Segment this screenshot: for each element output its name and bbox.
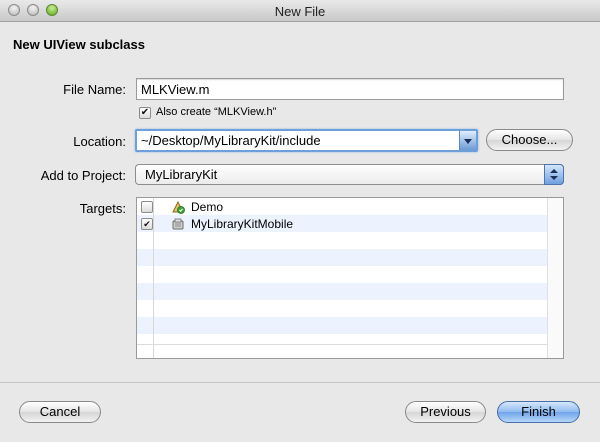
- app-target-icon: [172, 200, 185, 214]
- targets-list[interactable]: Demo ✔ MyLibraryKitMobile: [136, 197, 564, 359]
- empty-row: [137, 249, 547, 266]
- file-name-label: File Name:: [63, 82, 126, 97]
- also-create-header-label: Also create “MLKView.h”: [156, 106, 277, 118]
- location-label: Location:: [73, 134, 126, 149]
- target-mylibrarykitmobile-checkbox[interactable]: ✔: [141, 218, 153, 230]
- finish-button[interactable]: Finish: [497, 401, 580, 423]
- column-divider: [153, 198, 154, 358]
- list-bottom-divider: [137, 344, 547, 345]
- previous-button[interactable]: Previous: [405, 401, 486, 423]
- location-combo-box[interactable]: ~/Desktop/MyLibraryKit/include: [135, 129, 478, 152]
- also-create-header-checkbox[interactable]: ✔: [139, 107, 151, 119]
- targets-label: Targets:: [79, 201, 126, 216]
- page-title: New UIView subclass: [13, 37, 145, 52]
- target-row-demo[interactable]: Demo: [137, 198, 547, 215]
- empty-row: [137, 266, 547, 283]
- target-mylibrarykitmobile-name: MyLibraryKitMobile: [191, 217, 294, 231]
- location-value[interactable]: ~/Desktop/MyLibraryKit/include: [141, 133, 321, 148]
- choose-button[interactable]: Choose...: [486, 129, 573, 151]
- location-dropdown-arrow-icon[interactable]: [459, 131, 476, 150]
- add-to-project-value: MyLibraryKit: [145, 167, 218, 182]
- empty-row: [137, 232, 547, 249]
- targets-scrollbar[interactable]: [547, 198, 563, 358]
- window-title: New File: [274, 4, 326, 19]
- empty-row: [137, 300, 547, 317]
- target-row-mylibrarykitmobile[interactable]: ✔ MyLibraryKitMobile: [137, 215, 547, 232]
- cancel-button[interactable]: Cancel: [19, 401, 101, 423]
- target-demo-name: Demo: [191, 200, 224, 214]
- empty-row: [137, 317, 547, 334]
- file-name-field[interactable]: MLKView.m: [136, 78, 564, 100]
- window-titlebar[interactable]: New File: [0, 0, 600, 22]
- library-target-icon: [172, 218, 184, 230]
- footer-separator: [0, 382, 600, 383]
- target-demo-checkbox[interactable]: [141, 201, 153, 213]
- add-to-project-label: Add to Project:: [40, 168, 126, 183]
- empty-row: [137, 334, 547, 351]
- popup-arrows-icon[interactable]: [544, 164, 564, 185]
- empty-row: [137, 283, 547, 300]
- add-to-project-popup[interactable]: MyLibraryKit: [135, 164, 564, 185]
